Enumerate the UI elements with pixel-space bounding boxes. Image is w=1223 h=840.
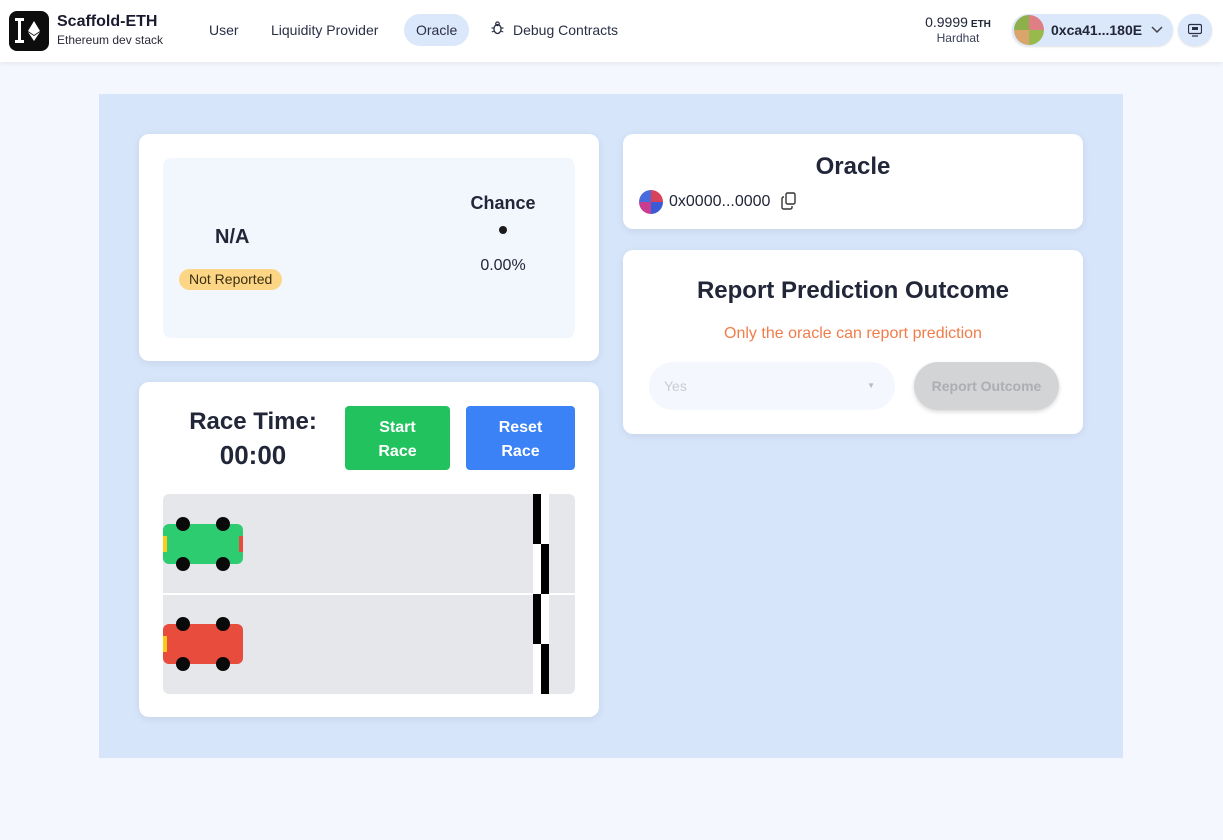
prediction-stats: N/A Not Reported Chance 0.00% <box>163 158 575 338</box>
outcome-select[interactable]: Yes ▼ <box>649 362 895 410</box>
car-wheel <box>176 657 190 671</box>
green-car <box>163 517 243 571</box>
brand-subtitle: Ethereum dev stack <box>57 33 164 47</box>
reset-race-label-line1: Reset <box>498 419 543 436</box>
oracle-address[interactable]: 0x0000...0000 <box>669 193 770 211</box>
scaffold-eth-logo[interactable] <box>9 11 49 51</box>
account-dropdown-button[interactable]: 0xca41...180E <box>1012 14 1173 46</box>
car-wheel <box>216 517 230 531</box>
race-track <box>163 494 575 694</box>
nav-oracle[interactable]: Oracle <box>404 14 470 46</box>
nav-debug-label: Debug Contracts <box>513 22 619 38</box>
brand-title: Scaffold-ETH <box>57 13 158 30</box>
car-wheel <box>176 557 190 571</box>
nav-debug-contracts[interactable]: Debug Contracts <box>479 14 630 46</box>
nav-user[interactable]: User <box>197 14 251 46</box>
top-navbar: Scaffold-ETH Ethereum dev stack User Liq… <box>0 0 1223 62</box>
qrcode-button[interactable] <box>1178 14 1212 46</box>
wallet-balance: 0.9999 ETH Hardhat <box>917 14 999 45</box>
red-car <box>163 617 243 671</box>
chance-value: 0.00% <box>480 257 526 274</box>
caret-down-icon: ▼ <box>867 381 875 390</box>
chance-label: Chance <box>470 193 536 213</box>
car-front-light <box>239 636 243 652</box>
race-time-value: 00:00 <box>219 440 287 470</box>
main-panel: N/A Not Reported Chance 0.00% Race Time:… <box>99 94 1123 758</box>
finish-line <box>533 494 549 694</box>
car-wheel <box>176 517 190 531</box>
report-title: Report Prediction Outcome <box>696 277 1010 304</box>
car-wheel <box>216 617 230 631</box>
bug-icon <box>491 15 505 47</box>
prediction-card: N/A Not Reported Chance 0.00% <box>139 134 599 361</box>
car-wheel <box>216 657 230 671</box>
race-time-label: Race Time: <box>189 408 317 435</box>
report-outcome-card: Report Prediction Outcome Only the oracl… <box>623 250 1083 434</box>
copy-icon[interactable] <box>781 192 797 210</box>
status-badge: Not Reported <box>179 269 283 290</box>
reset-race-label-line2: Race <box>501 443 540 460</box>
lane-divider <box>163 593 575 595</box>
reset-race-button[interactable]: Reset Race <box>466 406 575 470</box>
car-rear-light <box>163 536 167 552</box>
avatar <box>1014 15 1044 45</box>
car-front-light <box>239 536 243 552</box>
race-card: Race Time: 00:00 Start Race Reset Race <box>139 382 599 717</box>
outcome-select-value: Yes <box>664 378 687 394</box>
chevron-down-icon <box>1151 20 1163 43</box>
start-race-label-line2: Race <box>378 443 417 460</box>
start-race-label-line1: Start <box>379 419 416 436</box>
car-wheel <box>216 557 230 571</box>
chance-indicator <box>499 226 507 234</box>
oracle-title: Oracle <box>815 153 891 180</box>
report-outcome-button[interactable]: Report Outcome <box>914 362 1059 410</box>
oracle-card: Oracle 0x0000...0000 <box>623 134 1083 229</box>
avatar <box>639 190 663 214</box>
nav-liquidity-provider[interactable]: Liquidity Provider <box>259 14 390 46</box>
car-wheel <box>176 617 190 631</box>
qrcode-icon <box>1187 23 1203 42</box>
start-race-button[interactable]: Start Race <box>345 406 450 470</box>
balance-amount: 0.9999 <box>925 14 968 30</box>
network-name: Hardhat <box>936 31 980 45</box>
balance-unit: ETH <box>970 19 991 30</box>
prediction-value: N/A <box>215 226 250 248</box>
oracle-only-warning: Only the oracle can report prediction <box>724 325 982 342</box>
account-address: 0xca41...180E <box>1051 22 1143 38</box>
car-rear-light <box>163 636 167 652</box>
